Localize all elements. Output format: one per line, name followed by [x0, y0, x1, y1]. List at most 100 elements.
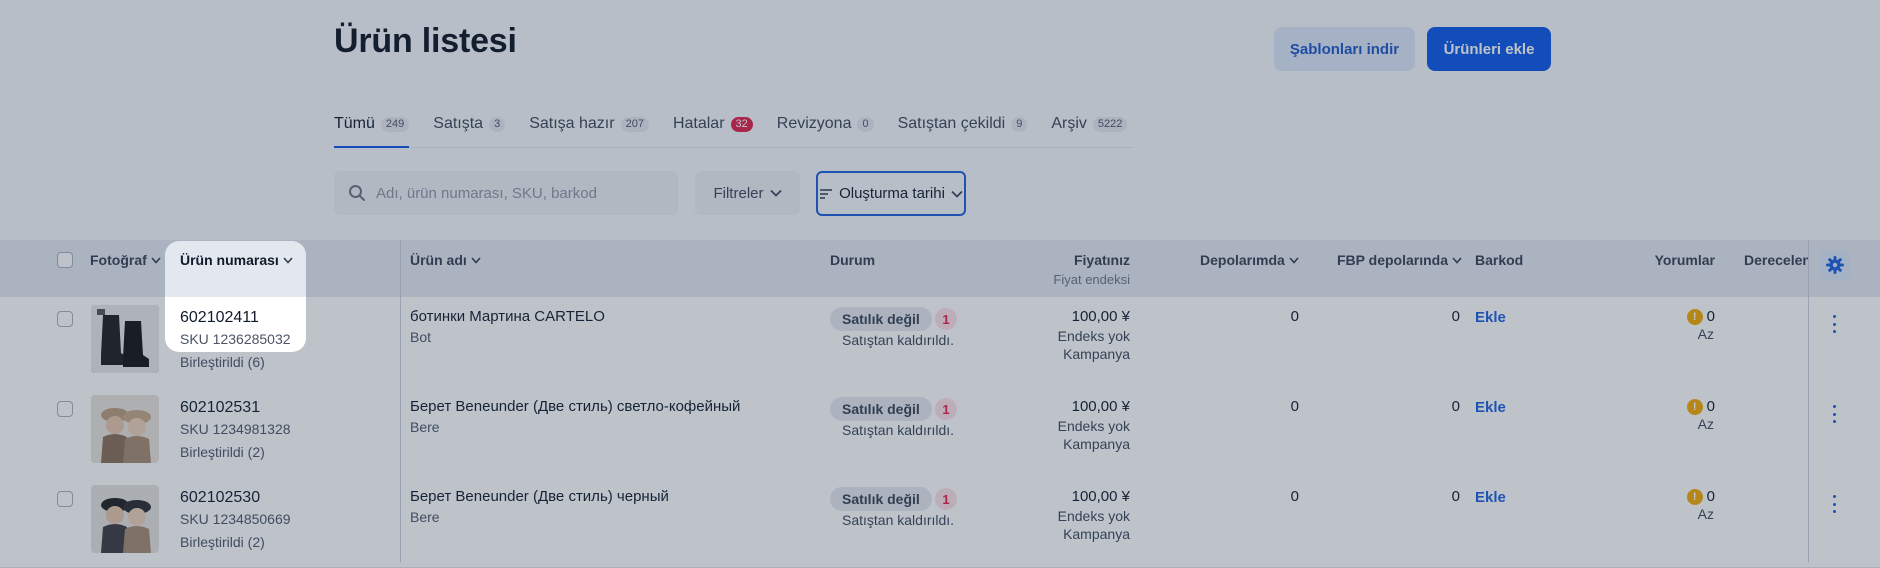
select-all-checkbox[interactable] — [57, 252, 73, 268]
tab-count-badge: 32 — [730, 117, 753, 132]
column-price-index: Fiyat endeksi — [1053, 272, 1130, 287]
fbp-stock: 0 — [1451, 308, 1460, 325]
tab-label: Satıştan çekildi — [897, 115, 1006, 132]
fbp-stock: 0 — [1451, 398, 1460, 415]
add-barcode-link[interactable]: Ekle — [1475, 399, 1506, 416]
tab-count-badge: 3 — [489, 117, 506, 132]
row-checkbox[interactable] — [57, 401, 73, 417]
price-value[interactable]: 100,00 ¥ — [1072, 488, 1130, 505]
column-product-number[interactable]: Ürün numarası — [180, 252, 293, 268]
price-index: Endeks yok — [1057, 418, 1130, 434]
add-products-button[interactable]: Ürünleri ekle — [1427, 27, 1551, 71]
tab-label: Satışa hazır — [529, 115, 615, 132]
tab-on-sale[interactable]: Satışta 3 — [433, 113, 506, 147]
product-thumbnail[interactable] — [91, 485, 159, 553]
chevron-down-icon — [769, 189, 782, 197]
sort-dropdown[interactable]: Oluşturma tarihi — [816, 171, 966, 216]
tab-count-badge: 5222 — [1092, 117, 1128, 132]
tab-label: Arşiv — [1051, 115, 1087, 132]
reviews-count[interactable]: ! 0 — [1686, 308, 1715, 325]
chevron-down-icon — [283, 256, 293, 264]
merged-link[interactable]: Birleştirildi (2) — [180, 534, 265, 550]
status-badge: Satılık değil — [830, 487, 932, 511]
table-settings-button[interactable] — [1820, 250, 1850, 280]
reviews-value: 0 — [1706, 488, 1715, 505]
tab-count-badge: 249 — [380, 117, 410, 132]
column-label: Ürün adı — [410, 252, 467, 268]
row-actions-kebab-icon[interactable] — [1830, 315, 1838, 333]
column-product-name[interactable]: Ürün adı — [410, 252, 481, 268]
merged-link[interactable]: Birleştirildi (6) — [180, 354, 265, 370]
reviews-count[interactable]: ! 0 — [1686, 488, 1715, 505]
column-divider — [1808, 240, 1809, 562]
product-name[interactable]: ботинки Мартина CARTELO — [410, 308, 605, 325]
download-templates-button[interactable]: Şablonları indir — [1274, 27, 1415, 71]
add-barcode-link[interactable]: Ekle — [1475, 309, 1506, 326]
tab-errors[interactable]: Hatalar 32 — [673, 113, 753, 147]
status-issue-count[interactable]: 1 — [935, 398, 957, 420]
tab-withdrawn[interactable]: Satıştan çekildi 9 — [898, 113, 1028, 147]
status-issue-count[interactable]: 1 — [935, 308, 957, 330]
campaign-label: Kampanya — [1063, 346, 1130, 362]
beret-image — [91, 485, 159, 553]
warning-icon: ! — [1686, 488, 1703, 505]
table-header: Fotoğraf Ürün numarası Ürün adı Durum Fi… — [0, 240, 1880, 297]
status-badge: Satılık değil — [830, 307, 932, 331]
merged-link[interactable]: Birleştirildi (2) — [180, 444, 265, 460]
status-tabs: Tümü 249 Satışta 3 Satışa hazır 207 Hata… — [334, 113, 1132, 148]
column-warehouses[interactable]: Depolarımda — [1200, 252, 1299, 268]
price-value[interactable]: 100,00 ¥ — [1072, 398, 1130, 415]
reviews-count[interactable]: ! 0 — [1686, 398, 1715, 415]
filters-button[interactable]: Filtreler — [695, 171, 800, 215]
column-photo[interactable]: Fotoğraf — [90, 252, 161, 268]
product-thumbnail[interactable] — [91, 305, 159, 373]
reviews-value: 0 — [1706, 308, 1715, 325]
chevron-down-icon — [471, 256, 481, 264]
tab-label: Hatalar — [672, 115, 725, 132]
status-detail: Satıştan kaldırıldı. — [842, 332, 955, 348]
table-row: 602102411 SKU 1236285032 Birleştirildi (… — [0, 297, 1880, 388]
filters-label: Filtreler — [713, 184, 764, 202]
warning-icon: ! — [1686, 398, 1703, 415]
row-actions-kebab-icon[interactable] — [1830, 405, 1838, 423]
row-checkbox[interactable] — [57, 311, 73, 327]
add-barcode-link[interactable]: Ekle — [1475, 489, 1506, 506]
reviews-label: Az — [1697, 506, 1714, 522]
product-name[interactable]: Берет Beneunder (Две стиль) черный — [410, 488, 669, 505]
column-reviews: Yorumlar — [1654, 252, 1715, 268]
tab-label: Satışta — [433, 115, 484, 132]
table-row: 602102531 SKU 1234981328 Birleştirildi (… — [0, 387, 1880, 478]
product-number: 602102530 — [180, 489, 261, 506]
campaign-label: Kampanya — [1063, 436, 1130, 452]
tab-all[interactable]: Tümü 249 — [334, 113, 410, 148]
tab-ready-for-sale[interactable]: Satışa hazır 207 — [529, 113, 649, 147]
boots-image — [91, 305, 159, 373]
status-detail: Satıştan kaldırıldı. — [842, 422, 955, 438]
product-thumbnail[interactable] — [91, 395, 159, 463]
tab-label: Revizyona — [776, 115, 852, 132]
search-input[interactable] — [374, 183, 668, 203]
reviews-label: Az — [1697, 416, 1714, 432]
tab-revision[interactable]: Revizyona 0 — [777, 113, 874, 147]
price-value[interactable]: 100,00 ¥ — [1072, 308, 1130, 325]
price-index: Endeks yok — [1057, 508, 1130, 524]
warehouse-stock: 0 — [1290, 308, 1299, 325]
price-index: Endeks yok — [1057, 328, 1130, 344]
tab-archive[interactable]: Arşiv 5222 — [1051, 113, 1128, 147]
row-checkbox[interactable] — [57, 491, 73, 507]
row-actions-kebab-icon[interactable] — [1830, 495, 1838, 513]
search-box — [334, 171, 678, 215]
tab-count-badge: 9 — [1011, 117, 1028, 132]
product-type: Bot — [410, 329, 432, 345]
chevron-down-icon — [151, 256, 161, 264]
product-name[interactable]: Берет Beneunder (Две стиль) светло-кофей… — [410, 398, 740, 415]
beret-image — [91, 395, 159, 463]
campaign-label: Kampanya — [1063, 526, 1130, 542]
status-issue-count[interactable]: 1 — [935, 488, 957, 510]
column-fbp-warehouses[interactable]: FBP depolarında — [1337, 252, 1462, 268]
status-badge: Satılık değil — [830, 397, 932, 421]
page-title: Ürün listesi — [334, 22, 517, 60]
gear-icon — [1826, 256, 1844, 274]
reviews-label: Az — [1697, 326, 1714, 342]
status-detail: Satıştan kaldırıldı. — [842, 512, 955, 528]
